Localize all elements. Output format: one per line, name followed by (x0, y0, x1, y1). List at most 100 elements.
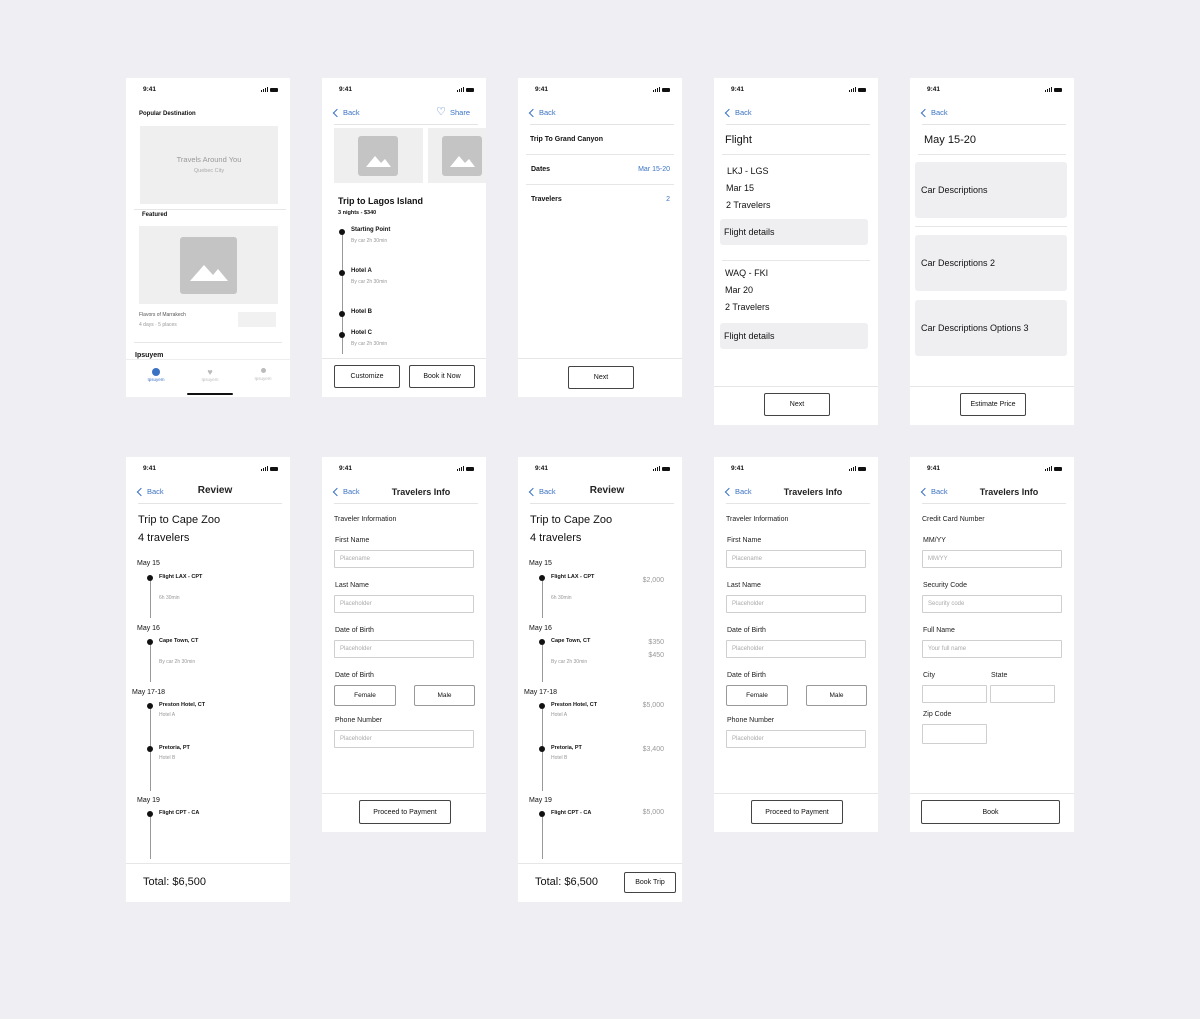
female-option[interactable]: Female (334, 685, 396, 706)
back-button[interactable]: Back (724, 108, 752, 117)
zip-code-field[interactable] (922, 724, 987, 744)
divider (722, 154, 870, 155)
next-button[interactable]: Next (764, 393, 830, 416)
screen-review: 9:41 Back Review Trip to Cape Zoo 4 trav… (126, 457, 290, 902)
last-name-field[interactable]: Placeholder (726, 595, 866, 613)
status-icons (653, 466, 670, 471)
back-button[interactable]: Back (528, 108, 556, 117)
male-option[interactable]: Male (414, 685, 475, 706)
back-button[interactable]: Back (724, 487, 752, 496)
stop-note: By car 2h 30min (351, 238, 388, 244)
flight-route: WAQ - FKI (725, 268, 769, 278)
footer: Next (714, 386, 878, 425)
nav-bar: Back (724, 106, 870, 125)
gallery-image-1[interactable] (334, 128, 423, 183)
timeline-dot (339, 270, 345, 276)
car-option-card[interactable]: Car Descriptions 2 (915, 235, 1067, 291)
share-button[interactable]: ♡ Share (436, 107, 470, 118)
female-option[interactable]: Female (726, 685, 788, 706)
back-button[interactable]: Back (332, 487, 360, 496)
book-it-now-button[interactable]: Book it Now (409, 365, 475, 388)
screen-review-priced: 9:41 Back Review Trip to Cape Zoo 4 trav… (518, 457, 682, 902)
book-trip-button[interactable]: Book Trip (624, 872, 676, 893)
estimate-price-button[interactable]: Estimate Price (960, 393, 1026, 416)
first-name-field[interactable]: Placename (334, 550, 474, 568)
timeline-line (542, 645, 543, 682)
hero-title: Travels Around You (176, 155, 242, 164)
state-field[interactable] (990, 685, 1055, 703)
popular-destination-heading: Popular Destination (139, 111, 196, 117)
phone-field[interactable]: Placeholder (726, 730, 866, 748)
item-price: $3,400 (642, 746, 664, 753)
item-name: Cape Town, CT (159, 638, 199, 644)
trip-title: Trip To Grand Canyon (530, 136, 603, 143)
item-name: Pretoria, PT (551, 745, 582, 751)
flight-details-label: Flight details (724, 331, 775, 341)
hero-card[interactable]: Travels Around You Quebec City (140, 126, 278, 204)
security-code-field[interactable]: Security code (922, 595, 1062, 613)
status-time: 9:41 (143, 465, 157, 472)
customize-button[interactable]: Customize (334, 365, 400, 388)
male-option[interactable]: Male (806, 685, 867, 706)
status-time: 9:41 (339, 86, 353, 93)
home-indicator (187, 393, 233, 395)
featured-card-title: Flavors of Marrakech (139, 312, 186, 318)
status-icons (849, 466, 866, 471)
tab-favorites[interactable]: ♥ Ipsuyem (198, 368, 222, 383)
timeline-dot (147, 639, 153, 645)
dob-field[interactable]: Placeholder (334, 640, 474, 658)
car-option-card[interactable]: Car Descriptions Options 3 (915, 300, 1067, 356)
status-time: 9:41 (339, 465, 353, 472)
tab-profile[interactable]: Ipsuyem (251, 368, 275, 381)
timeline-dot (539, 639, 545, 645)
dates-value[interactable]: Mar 15-20 (638, 166, 670, 173)
book-button[interactable]: Book (921, 800, 1060, 824)
timeline-dot (339, 332, 345, 338)
flight-details-button[interactable]: Flight details (720, 219, 868, 245)
divider (918, 154, 1066, 155)
day-label: May 15 (529, 560, 552, 567)
proceed-to-payment-button[interactable]: Proceed to Payment (359, 800, 451, 824)
full-name-field[interactable]: Your full name (922, 640, 1062, 658)
nav-bar: Back ♡ Share (332, 106, 478, 125)
featured-card-subtitle: 4 days · 5 places (139, 322, 177, 328)
item-name: Flight LAX - CPT (159, 574, 203, 580)
image-placeholder-icon (180, 237, 237, 294)
chevron-left-icon (528, 487, 538, 496)
flight-details-button[interactable]: Flight details (720, 323, 868, 349)
timeline-dot (147, 575, 153, 581)
dob-field[interactable]: Placeholder (726, 640, 866, 658)
proceed-to-payment-button[interactable]: Proceed to Payment (751, 800, 843, 824)
nav-bar: Back Travelers Info (724, 485, 870, 504)
item-name: Cape Town, CT (551, 638, 591, 644)
car-option-label: Car Descriptions Options 3 (921, 323, 1029, 333)
item-price: $2,000 (642, 577, 664, 584)
phone-field[interactable]: Placeholder (334, 730, 474, 748)
city-field[interactable] (922, 685, 987, 703)
back-label: Back (539, 108, 556, 117)
gallery-image-2[interactable] (428, 128, 486, 183)
chevron-left-icon (332, 487, 342, 496)
travelers-label: Travelers (531, 196, 562, 203)
status-icons (653, 87, 670, 92)
tab-explore[interactable]: Ipsuyem (144, 368, 168, 382)
item-note: By car 2h 30min (551, 659, 588, 665)
tab-label: Ipsuyem (254, 376, 272, 381)
item-price: $350 (648, 639, 664, 646)
back-button[interactable]: Back (332, 108, 360, 117)
item-name: Flight CPT - CA (551, 810, 592, 816)
car-option-card[interactable]: Car Descriptions (915, 162, 1067, 218)
first-name-field[interactable]: Placename (726, 550, 866, 568)
featured-card-image[interactable] (139, 226, 278, 304)
section-heading: Traveler Information (334, 516, 397, 523)
next-button[interactable]: Next (568, 366, 634, 389)
featured-card-button[interactable] (238, 312, 276, 327)
last-name-field[interactable]: Placeholder (334, 595, 474, 613)
screen-cars: 9:41 Back May 15-20 Car Descriptions Car… (910, 78, 1074, 425)
back-button[interactable]: Back (920, 487, 948, 496)
back-button[interactable]: Back (920, 108, 948, 117)
mmyy-field[interactable]: MM/YY (922, 550, 1062, 568)
travelers-value[interactable]: 2 (666, 196, 670, 203)
status-icons (261, 87, 278, 92)
item-note: 6h 30min (551, 595, 572, 601)
